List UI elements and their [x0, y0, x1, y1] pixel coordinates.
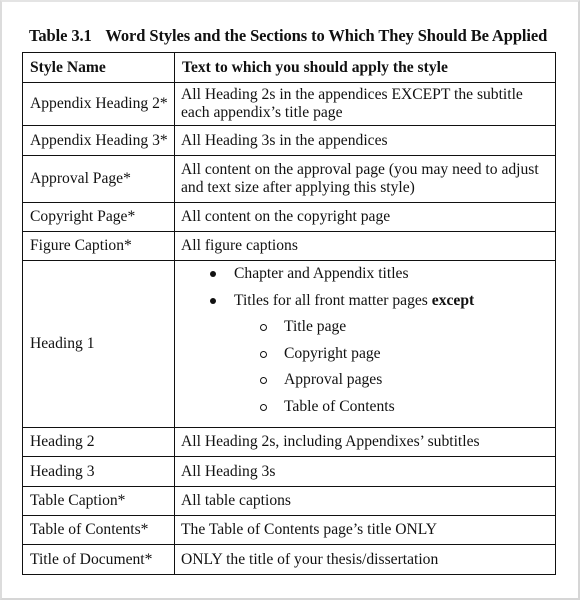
- style-name-cell: Heading 2: [22, 427, 175, 457]
- table-caption: Table 3.1 Word Styles and the Sections t…: [29, 26, 547, 46]
- bullet-list: Chapter and Appendix titles Titles for a…: [181, 265, 555, 318]
- table-row: Heading 1 Chapter and Appendix titles Ti…: [22, 260, 556, 428]
- style-name-cell: Appendix Heading 2*: [22, 82, 175, 126]
- hollow-bullet-icon: [260, 350, 267, 358]
- table-row: Heading 2 All Heading 2s, including Appe…: [22, 427, 556, 457]
- table-row: Appendix Heading 2* All Heading 2s in th…: [22, 82, 556, 126]
- style-name-cell: Table of Contents*: [22, 515, 175, 545]
- style-description-cell: The Table of Contents page’s title ONLY: [174, 515, 556, 545]
- sub-list-item: Approval pages: [181, 371, 555, 398]
- table-row: Table Caption* All table captions: [22, 486, 556, 516]
- style-description-cell: All Heading 2s, including Appendixes’ su…: [174, 427, 556, 457]
- style-description-cell: All table captions: [174, 486, 556, 516]
- style-description-cell: All content on the copyright page: [174, 202, 556, 232]
- list-item-emphasis: except: [431, 291, 475, 309]
- bullet-icon: [210, 297, 216, 304]
- hollow-bullet-icon: [260, 377, 267, 384]
- header-style-name: Style Name: [22, 52, 175, 83]
- list-item-text: Chapter and Appendix titles: [234, 265, 409, 282]
- table-row: Appendix Heading 3* All Heading 3s in th…: [22, 125, 556, 156]
- sub-list-item: Copyright page: [181, 345, 555, 372]
- sub-list-item-text: Approval pages: [284, 371, 383, 388]
- style-description-cell: All content on the approval page (you ma…: [174, 155, 556, 203]
- sub-list-item: Title page: [181, 318, 555, 345]
- sub-list-item-text: Table of Contents: [284, 397, 395, 415]
- hollow-bullet-icon: [260, 324, 267, 331]
- style-name-cell: Approval Page*: [22, 155, 175, 203]
- table-row: Table of Contents* The Table of Contents…: [22, 515, 556, 545]
- style-name-cell: Figure Caption*: [22, 231, 175, 261]
- sub-list-item: Table of Contents: [181, 398, 555, 425]
- list-item-text: Titles for all front matter pages: [234, 291, 432, 309]
- sub-list-item-text: Copyright page: [284, 344, 381, 362]
- table-row: Approval Page* All content on the approv…: [22, 155, 556, 203]
- style-description-cell: Chapter and Appendix titles Titles for a…: [174, 260, 556, 428]
- style-description-cell: ONLY the title of your thesis/dissertati…: [174, 544, 556, 575]
- word-styles-table: Style Name Text to which you should appl…: [22, 52, 556, 575]
- style-description-cell: All Heading 3s in the appendices: [174, 125, 556, 156]
- table-row: Copyright Page* All content on the copyr…: [22, 202, 556, 232]
- style-name-cell: Title of Document*: [22, 544, 175, 575]
- header-apply-text: Text to which you should apply the style: [174, 52, 556, 83]
- table-caption-number: Table 3.1: [29, 26, 92, 45]
- list-item: Titles for all front matter pages except: [181, 292, 555, 319]
- style-name-cell: Heading 1: [22, 260, 175, 428]
- style-name-cell: Copyright Page*: [22, 202, 175, 232]
- sub-bullet-list: Title page Copyright page Approval pages…: [181, 318, 555, 424]
- table-row: Heading 3 All Heading 3s: [22, 456, 556, 487]
- table-header-row: Style Name Text to which you should appl…: [22, 52, 556, 83]
- list-item: Chapter and Appendix titles: [181, 265, 555, 292]
- sub-list-item-text: Title page: [284, 318, 347, 335]
- style-name-cell: Appendix Heading 3*: [22, 125, 175, 156]
- style-description-cell: All figure captions: [174, 231, 556, 261]
- style-name-cell: Heading 3: [22, 456, 175, 487]
- bullet-icon: [210, 271, 216, 277]
- style-description-cell: All Heading 3s: [174, 456, 556, 487]
- hollow-bullet-icon: [260, 403, 267, 411]
- style-name-cell: Table Caption*: [22, 486, 175, 516]
- table-row: Figure Caption* All figure captions: [22, 231, 556, 261]
- style-description-cell: All Heading 2s in the appendices EXCEPT …: [174, 82, 556, 126]
- table-caption-title: Word Styles and the Sections to Which Th…: [105, 26, 548, 45]
- table-row: Title of Document* ONLY the title of you…: [22, 544, 556, 575]
